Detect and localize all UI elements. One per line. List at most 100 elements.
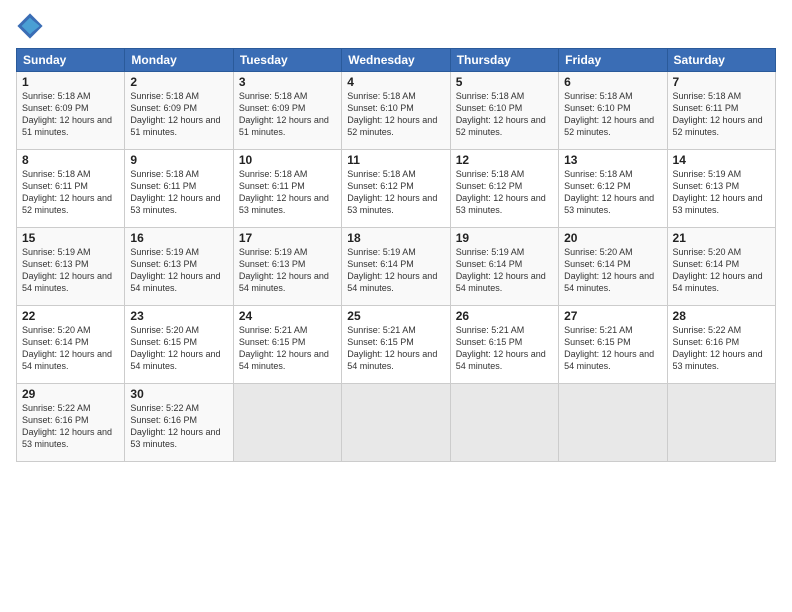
day-number: 7 xyxy=(673,75,770,89)
day-detail: Sunrise: 5:22 AM Sunset: 6:16 PM Dayligh… xyxy=(130,402,227,451)
day-number: 24 xyxy=(239,309,336,323)
day-cell: 14 Sunrise: 5:19 AM Sunset: 6:13 PM Dayl… xyxy=(667,150,775,228)
day-cell: 8 Sunrise: 5:18 AM Sunset: 6:11 PM Dayli… xyxy=(17,150,125,228)
day-number: 9 xyxy=(130,153,227,167)
day-cell: 19 Sunrise: 5:19 AM Sunset: 6:14 PM Dayl… xyxy=(450,228,558,306)
day-detail: Sunrise: 5:21 AM Sunset: 6:15 PM Dayligh… xyxy=(239,324,336,373)
day-cell: 11 Sunrise: 5:18 AM Sunset: 6:12 PM Dayl… xyxy=(342,150,450,228)
day-header-thursday: Thursday xyxy=(450,49,558,72)
day-cell: 25 Sunrise: 5:21 AM Sunset: 6:15 PM Dayl… xyxy=(342,306,450,384)
day-detail: Sunrise: 5:19 AM Sunset: 6:13 PM Dayligh… xyxy=(673,168,770,217)
day-cell: 2 Sunrise: 5:18 AM Sunset: 6:09 PM Dayli… xyxy=(125,72,233,150)
day-number: 26 xyxy=(456,309,553,323)
logo xyxy=(16,12,46,40)
day-cell: 18 Sunrise: 5:19 AM Sunset: 6:14 PM Dayl… xyxy=(342,228,450,306)
day-number: 30 xyxy=(130,387,227,401)
day-number: 17 xyxy=(239,231,336,245)
day-number: 15 xyxy=(22,231,119,245)
day-cell: 22 Sunrise: 5:20 AM Sunset: 6:14 PM Dayl… xyxy=(17,306,125,384)
day-detail: Sunrise: 5:20 AM Sunset: 6:14 PM Dayligh… xyxy=(22,324,119,373)
day-detail: Sunrise: 5:18 AM Sunset: 6:11 PM Dayligh… xyxy=(239,168,336,217)
day-cell xyxy=(667,384,775,462)
day-detail: Sunrise: 5:21 AM Sunset: 6:15 PM Dayligh… xyxy=(564,324,661,373)
day-header-monday: Monday xyxy=(125,49,233,72)
day-number: 10 xyxy=(239,153,336,167)
day-number: 21 xyxy=(673,231,770,245)
day-header-wednesday: Wednesday xyxy=(342,49,450,72)
week-row-4: 22 Sunrise: 5:20 AM Sunset: 6:14 PM Dayl… xyxy=(17,306,776,384)
day-cell xyxy=(559,384,667,462)
week-row-5: 29 Sunrise: 5:22 AM Sunset: 6:16 PM Dayl… xyxy=(17,384,776,462)
calendar: SundayMondayTuesdayWednesdayThursdayFrid… xyxy=(16,48,776,462)
day-number: 27 xyxy=(564,309,661,323)
day-cell: 1 Sunrise: 5:18 AM Sunset: 6:09 PM Dayli… xyxy=(17,72,125,150)
day-cell xyxy=(233,384,341,462)
header xyxy=(16,12,776,40)
day-number: 12 xyxy=(456,153,553,167)
calendar-header-row: SundayMondayTuesdayWednesdayThursdayFrid… xyxy=(17,49,776,72)
day-detail: Sunrise: 5:18 AM Sunset: 6:09 PM Dayligh… xyxy=(239,90,336,139)
day-cell: 4 Sunrise: 5:18 AM Sunset: 6:10 PM Dayli… xyxy=(342,72,450,150)
day-detail: Sunrise: 5:18 AM Sunset: 6:12 PM Dayligh… xyxy=(564,168,661,217)
day-detail: Sunrise: 5:18 AM Sunset: 6:11 PM Dayligh… xyxy=(22,168,119,217)
day-detail: Sunrise: 5:20 AM Sunset: 6:14 PM Dayligh… xyxy=(673,246,770,295)
day-cell: 17 Sunrise: 5:19 AM Sunset: 6:13 PM Dayl… xyxy=(233,228,341,306)
day-detail: Sunrise: 5:22 AM Sunset: 6:16 PM Dayligh… xyxy=(673,324,770,373)
day-detail: Sunrise: 5:18 AM Sunset: 6:09 PM Dayligh… xyxy=(130,90,227,139)
week-row-3: 15 Sunrise: 5:19 AM Sunset: 6:13 PM Dayl… xyxy=(17,228,776,306)
day-detail: Sunrise: 5:19 AM Sunset: 6:13 PM Dayligh… xyxy=(130,246,227,295)
day-detail: Sunrise: 5:22 AM Sunset: 6:16 PM Dayligh… xyxy=(22,402,119,451)
day-number: 25 xyxy=(347,309,444,323)
day-header-friday: Friday xyxy=(559,49,667,72)
day-number: 2 xyxy=(130,75,227,89)
day-cell: 21 Sunrise: 5:20 AM Sunset: 6:14 PM Dayl… xyxy=(667,228,775,306)
day-detail: Sunrise: 5:21 AM Sunset: 6:15 PM Dayligh… xyxy=(347,324,444,373)
day-header-sunday: Sunday xyxy=(17,49,125,72)
day-detail: Sunrise: 5:19 AM Sunset: 6:13 PM Dayligh… xyxy=(239,246,336,295)
day-detail: Sunrise: 5:18 AM Sunset: 6:12 PM Dayligh… xyxy=(456,168,553,217)
day-detail: Sunrise: 5:19 AM Sunset: 6:14 PM Dayligh… xyxy=(456,246,553,295)
day-cell: 24 Sunrise: 5:21 AM Sunset: 6:15 PM Dayl… xyxy=(233,306,341,384)
day-detail: Sunrise: 5:18 AM Sunset: 6:10 PM Dayligh… xyxy=(456,90,553,139)
day-cell: 28 Sunrise: 5:22 AM Sunset: 6:16 PM Dayl… xyxy=(667,306,775,384)
day-number: 8 xyxy=(22,153,119,167)
day-cell xyxy=(450,384,558,462)
day-detail: Sunrise: 5:19 AM Sunset: 6:13 PM Dayligh… xyxy=(22,246,119,295)
day-number: 28 xyxy=(673,309,770,323)
day-number: 14 xyxy=(673,153,770,167)
day-cell: 26 Sunrise: 5:21 AM Sunset: 6:15 PM Dayl… xyxy=(450,306,558,384)
day-cell: 10 Sunrise: 5:18 AM Sunset: 6:11 PM Dayl… xyxy=(233,150,341,228)
day-detail: Sunrise: 5:19 AM Sunset: 6:14 PM Dayligh… xyxy=(347,246,444,295)
day-detail: Sunrise: 5:18 AM Sunset: 6:09 PM Dayligh… xyxy=(22,90,119,139)
day-number: 11 xyxy=(347,153,444,167)
logo-icon xyxy=(16,12,44,40)
day-number: 13 xyxy=(564,153,661,167)
day-number: 3 xyxy=(239,75,336,89)
day-cell: 5 Sunrise: 5:18 AM Sunset: 6:10 PM Dayli… xyxy=(450,72,558,150)
day-number: 16 xyxy=(130,231,227,245)
day-number: 1 xyxy=(22,75,119,89)
day-header-tuesday: Tuesday xyxy=(233,49,341,72)
day-detail: Sunrise: 5:18 AM Sunset: 6:12 PM Dayligh… xyxy=(347,168,444,217)
day-cell: 30 Sunrise: 5:22 AM Sunset: 6:16 PM Dayl… xyxy=(125,384,233,462)
day-number: 18 xyxy=(347,231,444,245)
day-cell: 29 Sunrise: 5:22 AM Sunset: 6:16 PM Dayl… xyxy=(17,384,125,462)
day-cell: 16 Sunrise: 5:19 AM Sunset: 6:13 PM Dayl… xyxy=(125,228,233,306)
day-number: 22 xyxy=(22,309,119,323)
day-detail: Sunrise: 5:20 AM Sunset: 6:15 PM Dayligh… xyxy=(130,324,227,373)
week-row-2: 8 Sunrise: 5:18 AM Sunset: 6:11 PM Dayli… xyxy=(17,150,776,228)
day-cell: 20 Sunrise: 5:20 AM Sunset: 6:14 PM Dayl… xyxy=(559,228,667,306)
page: SundayMondayTuesdayWednesdayThursdayFrid… xyxy=(0,0,792,612)
day-cell: 23 Sunrise: 5:20 AM Sunset: 6:15 PM Dayl… xyxy=(125,306,233,384)
day-number: 4 xyxy=(347,75,444,89)
day-cell: 6 Sunrise: 5:18 AM Sunset: 6:10 PM Dayli… xyxy=(559,72,667,150)
day-detail: Sunrise: 5:21 AM Sunset: 6:15 PM Dayligh… xyxy=(456,324,553,373)
day-detail: Sunrise: 5:18 AM Sunset: 6:10 PM Dayligh… xyxy=(347,90,444,139)
day-number: 5 xyxy=(456,75,553,89)
day-number: 6 xyxy=(564,75,661,89)
day-cell: 3 Sunrise: 5:18 AM Sunset: 6:09 PM Dayli… xyxy=(233,72,341,150)
day-detail: Sunrise: 5:18 AM Sunset: 6:10 PM Dayligh… xyxy=(564,90,661,139)
day-cell: 12 Sunrise: 5:18 AM Sunset: 6:12 PM Dayl… xyxy=(450,150,558,228)
day-cell xyxy=(342,384,450,462)
day-cell: 13 Sunrise: 5:18 AM Sunset: 6:12 PM Dayl… xyxy=(559,150,667,228)
